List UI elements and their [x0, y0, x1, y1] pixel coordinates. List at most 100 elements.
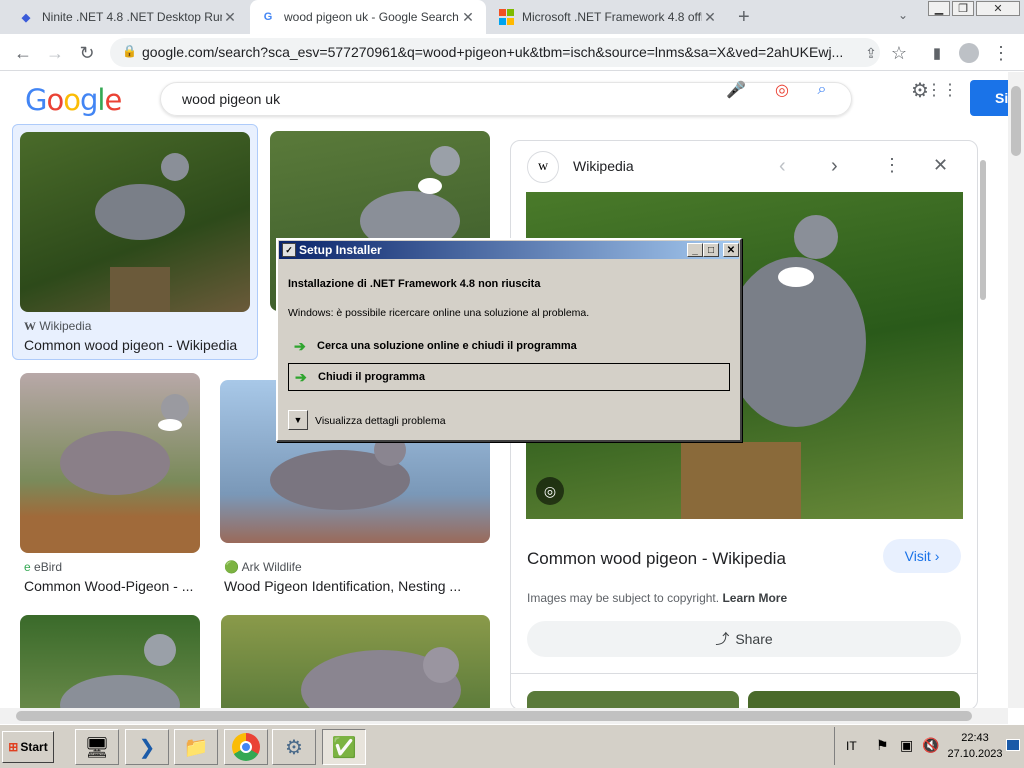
- tab-title: wood pigeon uk - Google Search: [284, 10, 459, 24]
- divider: [511, 673, 977, 674]
- windows-logo-icon: ⊞: [8, 740, 19, 754]
- action-center-flag-icon[interactable]: ⚑: [876, 737, 889, 754]
- result-source: e eBird: [24, 560, 63, 574]
- image-result-card[interactable]: [20, 615, 200, 715]
- taskbar: ⊞ Start 🖥 ❯ 📁 ⚙ ✅ IT ⚑ ▣ 🔇 22:43 27.10.20…: [0, 724, 1024, 768]
- image-result-card[interactable]: W Wikipedia Common wood pigeon - Wikiped…: [12, 124, 258, 360]
- green-arrow-icon: ➔: [295, 369, 307, 385]
- tab-close-icon[interactable]: ✕: [460, 9, 476, 26]
- powershell-icon[interactable]: ❯: [125, 729, 169, 765]
- google-logo[interactable]: Google: [25, 83, 122, 117]
- address-toolbar: ← → ↻ 🔒 google.com/search?sca_esv=577270…: [0, 34, 1024, 71]
- more-options-icon[interactable]: ⋮: [883, 155, 901, 176]
- microsoft-favicon-icon: [498, 9, 514, 25]
- tab-ninite[interactable]: ◆ Ninite .NET 4.8 .NET Desktop Runti ✕: [8, 0, 248, 34]
- result-title[interactable]: Common Wood-Pigeon - ...: [24, 578, 193, 594]
- apps-grid-icon[interactable]: ⋮⋮: [926, 80, 958, 100]
- tab-google-search[interactable]: G wood pigeon uk - Google Search ✕: [250, 0, 486, 34]
- installer-icon: ✓: [282, 243, 296, 257]
- reload-button[interactable]: ↻: [74, 40, 100, 66]
- lens-search-icon[interactable]: ◎: [772, 80, 792, 100]
- divider: [834, 727, 835, 765]
- setup-installer-dialog: ✓ Setup Installer _ □ ✕ Installazione di…: [276, 238, 742, 442]
- close-window-button[interactable]: ✕: [976, 1, 1020, 16]
- back-button[interactable]: ←: [10, 40, 36, 66]
- learn-more-link[interactable]: Learn More: [722, 591, 787, 605]
- share-page-icon[interactable]: ⇪: [858, 40, 884, 66]
- pigeon-image[interactable]: [20, 132, 250, 312]
- chrome-menu-icon[interactable]: ⋮: [988, 40, 1014, 66]
- search-solution-option[interactable]: ➔ Cerca una soluzione online e chiudi il…: [288, 334, 730, 358]
- tab-microsoft[interactable]: Microsoft .NET Framework 4.8 offli ✕: [488, 0, 728, 34]
- show-details-label[interactable]: Visualizza dettagli problema: [315, 415, 446, 427]
- copyright-text: Images may be subject to copyright. Lear…: [527, 591, 788, 605]
- panel-title[interactable]: Common wood pigeon - Wikipedia: [527, 549, 786, 569]
- result-source: W Wikipedia: [24, 319, 92, 333]
- minimize-window-button[interactable]: ▁: [928, 1, 950, 16]
- profile-avatar[interactable]: [956, 40, 982, 66]
- tab-close-icon[interactable]: ✕: [222, 9, 238, 26]
- file-explorer-icon[interactable]: 📁: [174, 729, 218, 765]
- panel-scrollbar[interactable]: [978, 148, 988, 708]
- wikipedia-logo-icon: w: [527, 151, 559, 183]
- google-header: Google wood pigeon uk 🎤 ◎ ⌕ ⚙ ⋮⋮ Si: [0, 72, 1010, 124]
- share-button[interactable]: ⤴ Share: [527, 621, 961, 657]
- tab-title: Ninite .NET 4.8 .NET Desktop Runti: [42, 10, 222, 24]
- chrome-taskbar-icon[interactable]: [224, 729, 268, 765]
- image-result-card[interactable]: e eBird Common Wood-Pigeon - ...: [20, 373, 200, 598]
- side-panel-icon[interactable]: ▮: [924, 40, 950, 66]
- close-program-option[interactable]: ➔ Chiudi il programma: [288, 363, 730, 391]
- result-title[interactable]: Common wood pigeon - Wikipedia: [24, 337, 237, 353]
- settings-taskbar-icon[interactable]: ⚙: [272, 729, 316, 765]
- google-favicon-icon: G: [263, 11, 273, 23]
- search-icon[interactable]: ⌕: [812, 80, 832, 100]
- restore-window-button[interactable]: ❐: [952, 1, 974, 16]
- search-input[interactable]: wood pigeon uk: [160, 82, 852, 116]
- server-manager-icon[interactable]: 🖥: [75, 729, 119, 765]
- pigeon-image[interactable]: [20, 373, 200, 553]
- language-indicator[interactable]: IT: [846, 739, 857, 753]
- visit-button[interactable]: Visit ›: [883, 539, 961, 573]
- ninite-favicon-icon: ◆: [21, 11, 31, 24]
- result-title[interactable]: Wood Pigeon Identification, Nesting ...: [224, 578, 461, 594]
- dialog-message: Windows: è possibile ricercare online un…: [288, 307, 590, 319]
- pigeon-image[interactable]: [20, 615, 200, 715]
- prev-image-icon[interactable]: ‹: [779, 155, 786, 178]
- result-source: 🟢 Ark Wildlife: [224, 560, 302, 574]
- tab-close-icon[interactable]: ✕: [702, 9, 718, 26]
- dialog-title: Setup Installer: [299, 243, 382, 257]
- expand-details-button[interactable]: ▼: [288, 410, 308, 430]
- setup-installer-taskbar-icon[interactable]: ✅: [322, 729, 366, 765]
- dialog-maximize-button[interactable]: □: [703, 243, 719, 257]
- panel-source[interactable]: Wikipedia: [573, 158, 634, 174]
- sign-in-button[interactable]: Si: [970, 80, 1010, 116]
- network-icon[interactable]: ▣: [900, 737, 913, 754]
- address-bar[interactable]: 🔒 google.com/search?sca_esv=577270961&q=…: [110, 38, 880, 67]
- green-arrow-icon: ➔: [294, 338, 306, 354]
- image-result-card[interactable]: [221, 615, 490, 715]
- dialog-minimize-button[interactable]: _: [687, 243, 703, 257]
- share-icon: ⤴: [715, 631, 730, 647]
- dialog-close-button[interactable]: ✕: [723, 243, 739, 257]
- clock-time[interactable]: 22:43: [947, 732, 1003, 744]
- forward-button[interactable]: →: [42, 40, 68, 66]
- tab-title: Microsoft .NET Framework 4.8 offli: [522, 10, 702, 24]
- lens-icon[interactable]: ◎: [536, 477, 564, 505]
- url-text: google.com/search?sca_esv=577270961&q=wo…: [142, 44, 844, 60]
- page-vertical-scrollbar[interactable]: [1008, 72, 1024, 708]
- tab-search-chevron-icon[interactable]: ⌄: [898, 8, 908, 22]
- close-panel-icon[interactable]: ✕: [933, 155, 948, 176]
- page-horizontal-scrollbar[interactable]: [0, 708, 1008, 724]
- voice-search-icon[interactable]: 🎤: [726, 80, 746, 100]
- bookmark-star-icon[interactable]: ☆: [886, 40, 912, 66]
- lock-icon: 🔒: [122, 44, 137, 58]
- show-desktop-icon[interactable]: [1006, 739, 1020, 751]
- clock-date[interactable]: 27.10.2023: [945, 748, 1005, 760]
- pigeon-image[interactable]: [221, 615, 490, 715]
- dialog-heading: Installazione di .NET Framework 4.8 non …: [288, 278, 541, 290]
- volume-muted-icon[interactable]: 🔇: [922, 737, 939, 754]
- next-image-icon[interactable]: ›: [831, 155, 838, 178]
- dialog-title-bar[interactable]: ✓ Setup Installer _ □ ✕: [279, 241, 739, 259]
- start-button[interactable]: ⊞ Start: [2, 731, 54, 763]
- new-tab-button[interactable]: +: [738, 6, 750, 29]
